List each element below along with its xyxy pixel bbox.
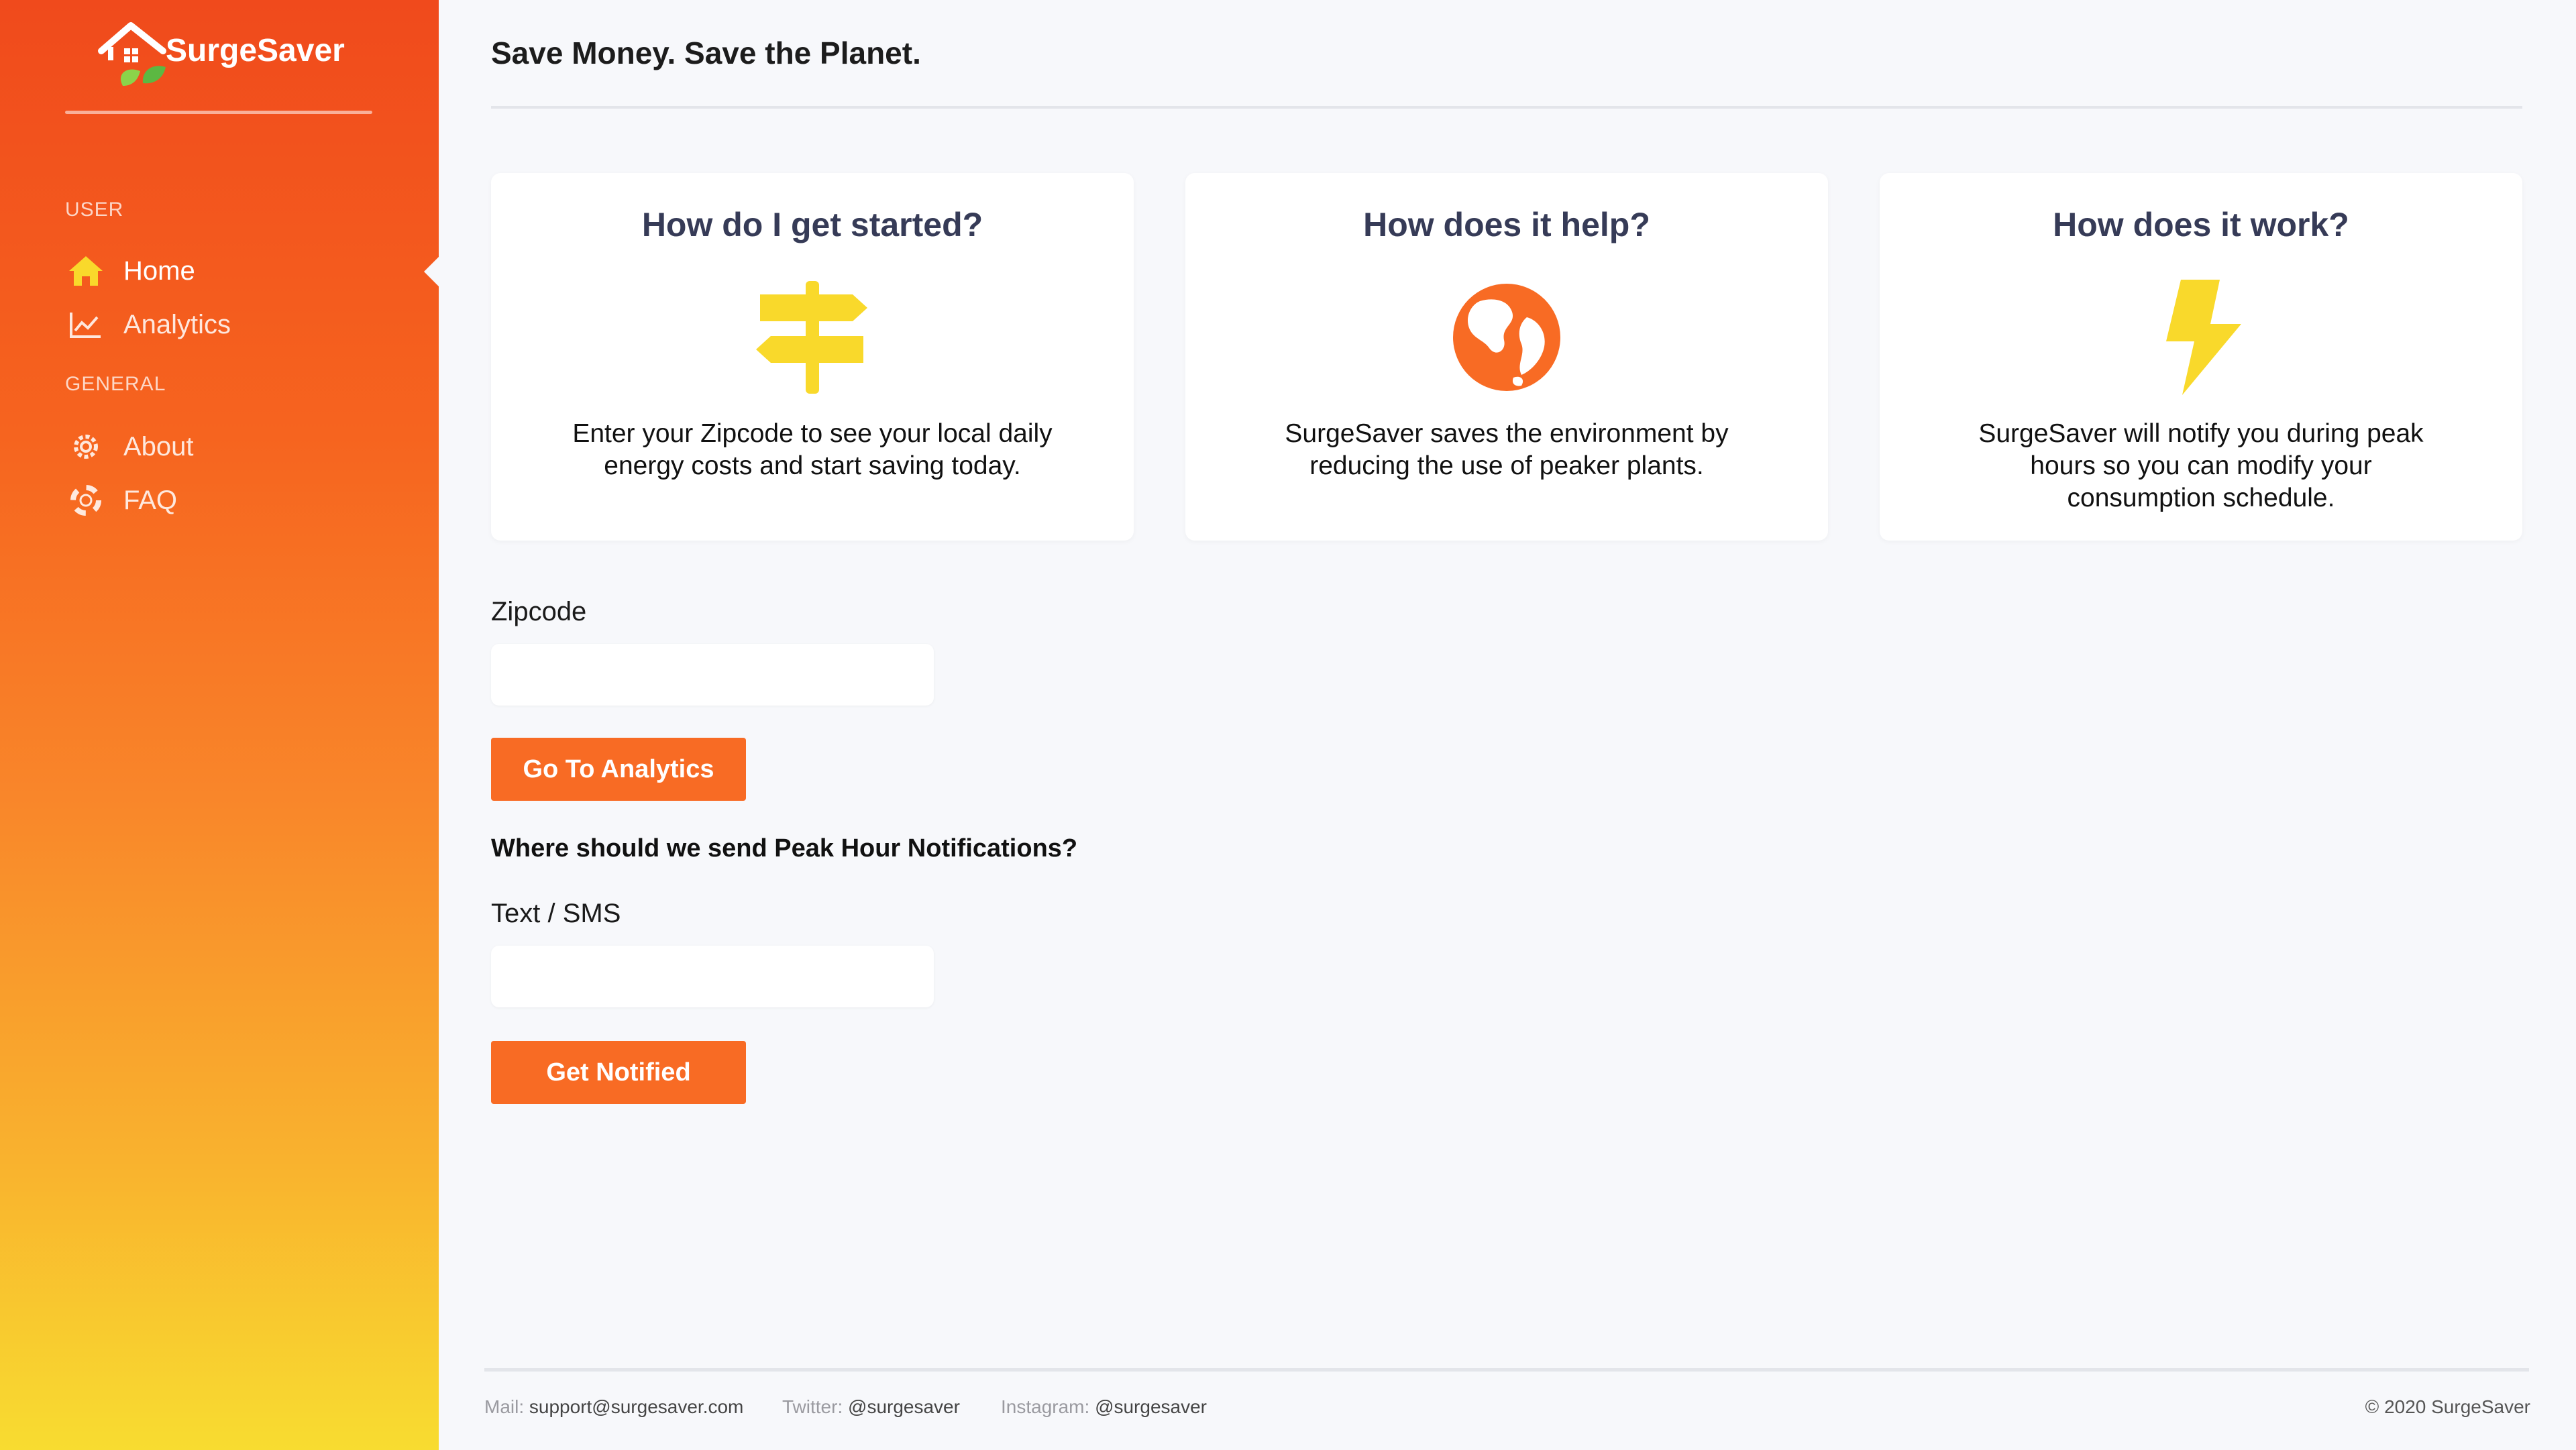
card-text: Enter your Zipcode to see your local dai… [572,419,1053,480]
active-indicator [424,257,439,286]
footer-instagram-link[interactable]: @surgesaver [1095,1396,1207,1417]
card-title: How does it work? [2053,206,2349,243]
footer-twitter-label: Twitter: [782,1396,843,1417]
sidebar-item-faq[interactable]: FAQ [67,480,177,520]
go-to-analytics-button[interactable]: Go To Analytics [491,738,746,801]
card-how-it-helps: How does it help? SurgeSaver saves the e… [1185,173,1828,541]
card-title: How does it help? [1363,206,1650,243]
chart-line-icon [67,306,105,343]
card-how-it-works: How does it work? SurgeSaver will notify… [1880,173,2522,541]
sidebar-item-about[interactable]: About [67,427,194,467]
sidebar: SurgeSaver USER Home Analytics GENERAL A… [0,0,439,1450]
footer-instagram: Instagram: @surgesaver [1001,1396,1207,1418]
get-notified-button[interactable]: Get Notified [491,1041,746,1104]
sidebar-item-analytics[interactable]: Analytics [67,304,231,345]
section-label-general: GENERAL [65,373,166,395]
card-title: How do I get started? [641,206,983,243]
footer-mail: Mail: support@surgesaver.com [484,1396,743,1418]
zipcode-label: Zipcode [491,597,587,626]
footer-mail-link[interactable]: support@surgesaver.com [529,1396,743,1417]
lifebuoy-icon [67,482,105,519]
zipcode-input[interactable] [491,644,934,706]
card-text: SurgeSaver will notify you during peak h… [1978,419,2424,512]
signpost-icon [756,281,867,394]
notifications-question: Where should we send Peak Hour Notificat… [491,834,1078,862]
footer-instagram-label: Instagram: [1001,1396,1090,1417]
sidebar-item-home[interactable]: Home [67,251,195,291]
lightning-icon [2166,280,2241,395]
footer-copyright: © 2020 SurgeSaver [2365,1396,2530,1417]
card-text: SurgeSaver saves the environment by redu… [1285,419,1729,480]
card-get-started: How do I get started? Enter your Zipcode… [491,173,1134,541]
sidebar-item-label: About [123,431,194,461]
footer-mail-label: Mail: [484,1396,525,1417]
section-label-user: USER [65,199,124,221]
gear-icon [67,428,105,465]
page-title: Save Money. Save the Planet. [491,36,921,70]
footer-twitter-link[interactable]: @surgesaver [848,1396,960,1417]
sidebar-divider [65,111,372,114]
footer-divider [484,1368,2529,1372]
footer-twitter: Twitter: @surgesaver [782,1396,960,1418]
globe-icon [1453,284,1560,391]
sidebar-item-label: Home [123,256,195,286]
sms-label: Text / SMS [491,899,621,928]
home-icon [67,252,105,290]
sms-input[interactable] [491,946,934,1007]
sidebar-item-label: Analytics [123,309,231,339]
app-name: SurgeSaver [166,33,345,68]
title-divider [491,106,2522,109]
sidebar-item-label: FAQ [123,485,178,515]
